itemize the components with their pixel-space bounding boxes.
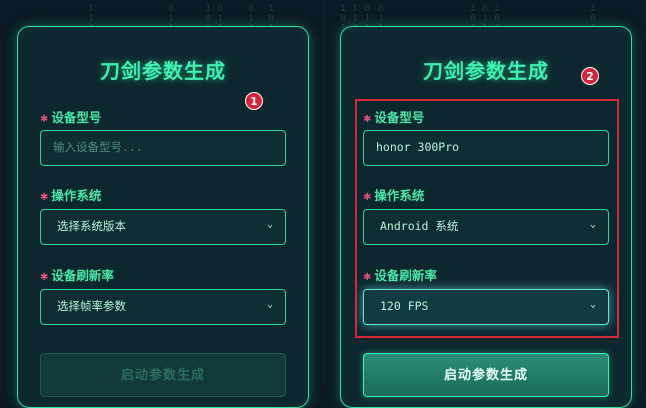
annotation-highlight-box	[355, 99, 619, 338]
device-model-placeholder: 输入设备型号...	[53, 140, 143, 154]
step-badge: 1	[245, 92, 263, 110]
required-asterisk-icon: ✱	[40, 272, 49, 283]
os-select-value: 选择系统版本	[57, 219, 126, 233]
panel-title: 刀剑参数生成	[100, 59, 226, 83]
os-label: ✱ 操作系统	[40, 185, 101, 204]
refresh-rate-select-value: 选择帧率参数	[57, 299, 126, 313]
refresh-rate-label-text: 设备刷新率	[51, 268, 114, 283]
param-generator-panel-left: 刀剑参数生成 ✱ 设备型号 输入设备型号... ✱ 操作系统 选择系统版本 ⌄ ✱ 设…	[17, 26, 309, 408]
refresh-rate-label: ✱ 设备刷新率	[40, 265, 114, 284]
step-badge: 2	[581, 67, 599, 85]
screenshot-divider	[323, 0, 325, 385]
refresh-rate-select[interactable]: 选择帧率参数 ⌄	[40, 289, 286, 325]
device-model-label: ✱ 设备型号	[40, 107, 101, 126]
os-select[interactable]: 选择系统版本 ⌄	[40, 209, 286, 245]
generate-button[interactable]: 启动参数生成	[363, 353, 609, 397]
os-label-text: 操作系统	[51, 188, 102, 203]
device-model-input[interactable]: 输入设备型号...	[40, 130, 286, 166]
generate-button[interactable]: 启动参数生成	[40, 353, 286, 397]
device-model-label-text: 设备型号	[51, 110, 102, 125]
required-asterisk-icon: ✱	[40, 192, 49, 203]
required-asterisk-icon: ✱	[40, 114, 49, 125]
chevron-down-icon: ⌄	[267, 219, 274, 230]
chevron-down-icon: ⌄	[267, 299, 274, 310]
